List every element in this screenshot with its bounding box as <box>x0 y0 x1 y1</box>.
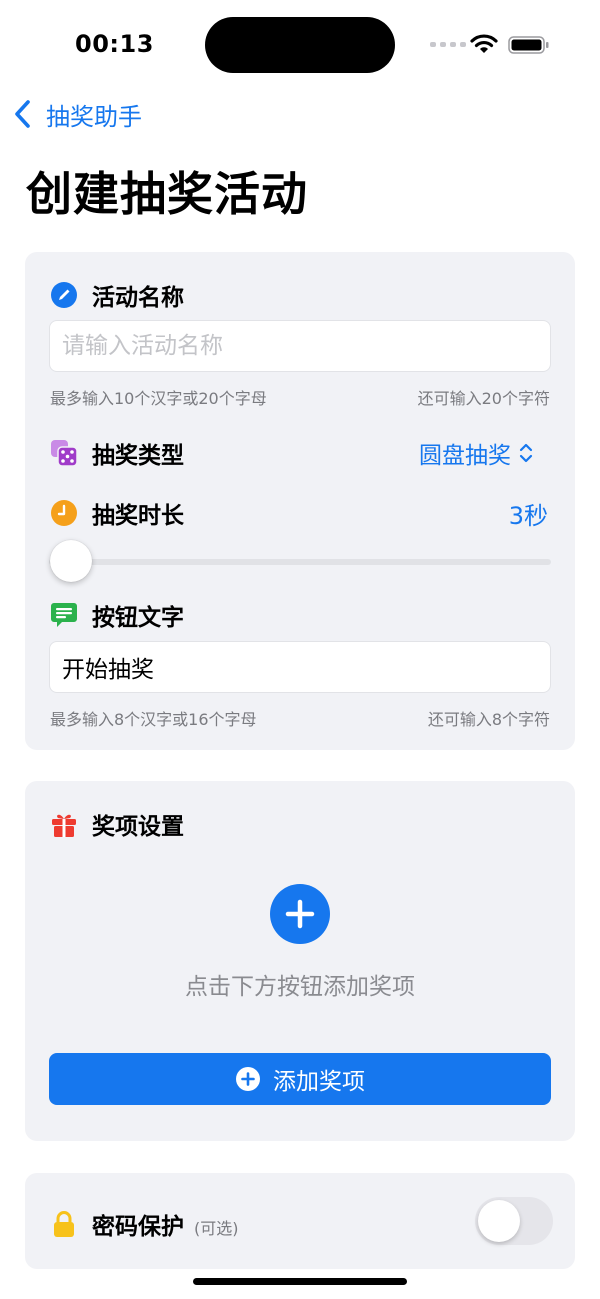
add-prize-label: 添加奖项 <box>273 1069 365 1095</box>
lottery-type-label: 抽奖类型 <box>92 443 184 469</box>
button-text-input[interactable] <box>49 641 551 693</box>
back-label: 抽奖助手 <box>46 102 142 131</box>
button-text-remaining: 还可输入8个字符 <box>427 710 550 729</box>
button-text-row: 按钮文字 <box>50 598 184 632</box>
pencil-icon <box>51 282 77 308</box>
add-prize-circle-button[interactable] <box>270 884 330 944</box>
prizes-empty-text: 点击下方按钮添加奖项 <box>185 974 415 1000</box>
cellular-signal-icon <box>430 42 466 47</box>
password-optional-text: (可选) <box>194 1219 239 1238</box>
plus-circle-icon <box>236 1067 260 1091</box>
password-toggle[interactable] <box>475 1197 553 1245</box>
duration-slider-track[interactable] <box>49 559 551 565</box>
chevron-updown-icon <box>519 443 533 463</box>
back-button[interactable]: 抽奖助手 <box>10 96 142 132</box>
lottery-type-picker[interactable]: 圆盘抽奖 <box>419 436 533 470</box>
dice-icon <box>51 440 78 467</box>
duration-label: 抽奖时长 <box>92 503 184 529</box>
password-card: 密码保护 (可选) <box>25 1173 575 1269</box>
message-icon <box>51 603 77 627</box>
page-title: 创建抽奖活动 <box>26 167 308 221</box>
gift-icon <box>52 814 76 837</box>
basic-settings-card: 活动名称 最多输入10个汉字或20个字母 还可输入20个字符 抽奖类型 圆盘抽奖… <box>25 252 575 750</box>
prizes-label: 奖项设置 <box>92 814 184 840</box>
password-toggle-knob <box>478 1200 520 1242</box>
prizes-row: 奖项设置 <box>50 807 184 841</box>
activity-name-remaining: 还可输入20个字符 <box>417 389 550 408</box>
add-prize-button[interactable]: 添加奖项 <box>49 1053 551 1105</box>
activity-name-input[interactable] <box>49 320 551 372</box>
dynamic-island <box>205 17 395 73</box>
prizes-card: 奖项设置 点击下方按钮添加奖项 添加奖项 <box>25 781 575 1141</box>
lock-icon <box>54 1211 74 1237</box>
activity-name-hint: 最多输入10个汉字或20个字母 <box>50 389 267 408</box>
status-time: 00:13 <box>75 30 154 58</box>
lottery-type-row: 抽奖类型 <box>50 436 184 470</box>
activity-name-row: 活动名称 <box>50 278 184 312</box>
battery-icon <box>508 36 549 54</box>
button-text-hint: 最多输入8个汉字或16个字母 <box>50 710 257 729</box>
home-indicator <box>193 1278 407 1285</box>
clock-icon <box>51 500 77 526</box>
password-row: 密码保护 (可选) <box>50 1207 239 1241</box>
activity-name-label: 活动名称 <box>92 285 184 311</box>
chevron-left-icon <box>15 100 30 128</box>
duration-slider-handle[interactable] <box>50 540 92 582</box>
plus-icon <box>285 899 315 929</box>
duration-row: 抽奖时长 <box>50 496 184 530</box>
wifi-icon <box>470 34 498 53</box>
password-label: 密码保护 <box>92 1214 184 1240</box>
lottery-type-value: 圆盘抽奖 <box>419 443 511 469</box>
button-text-label: 按钮文字 <box>92 605 184 631</box>
duration-value: 3秒 <box>508 502 548 530</box>
